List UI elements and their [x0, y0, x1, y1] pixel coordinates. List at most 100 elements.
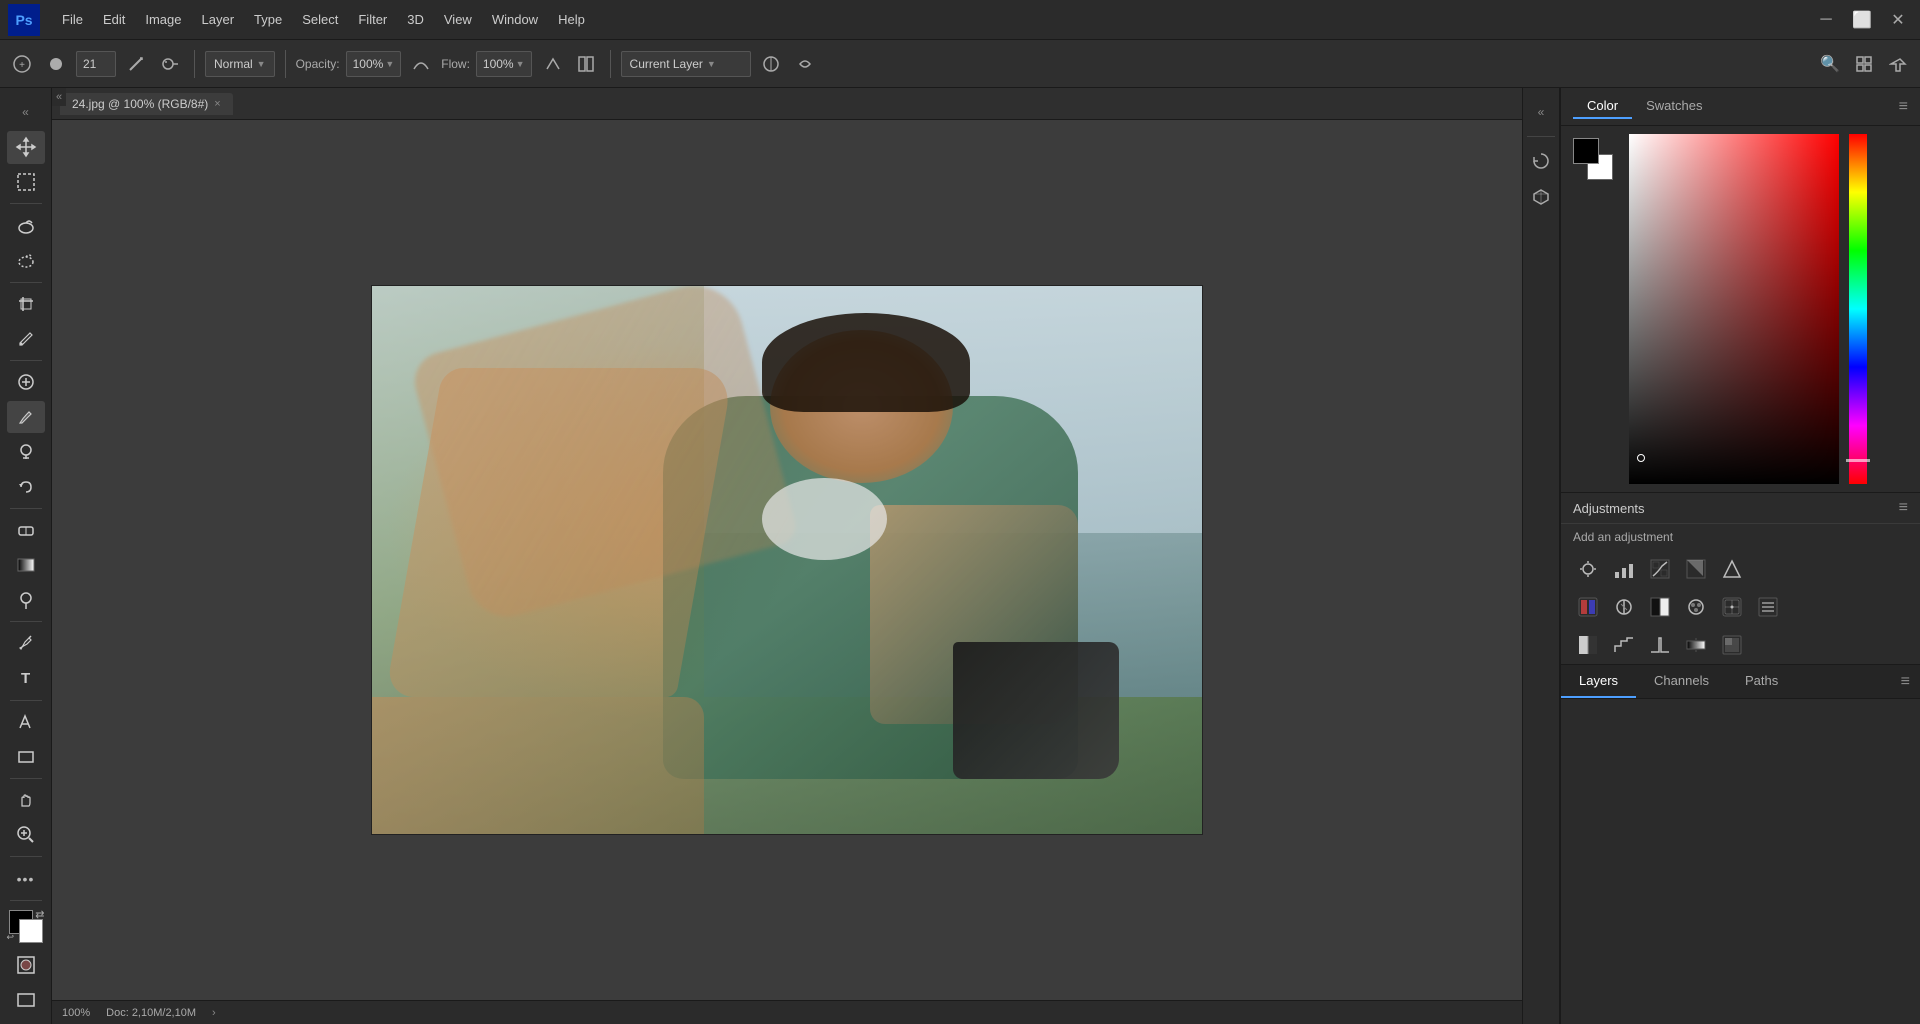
- menu-select[interactable]: Select: [292, 8, 348, 31]
- sample-all-icon[interactable]: [757, 50, 785, 78]
- history-brush-button[interactable]: [7, 470, 45, 503]
- vibrance-adj-button[interactable]: [1717, 554, 1747, 584]
- selectivecolor-adj-button[interactable]: [1717, 630, 1747, 660]
- more-tools-button[interactable]: •••: [7, 862, 45, 895]
- channelmixer-adj-button[interactable]: [1717, 592, 1747, 622]
- maximize-button[interactable]: ⬜: [1848, 6, 1876, 34]
- layers-panel-menu[interactable]: ≡: [1891, 667, 1920, 697]
- hand-tool-button[interactable]: [7, 784, 45, 817]
- eraser-tool-button[interactable]: [7, 514, 45, 547]
- 3d-icon[interactable]: [1525, 181, 1557, 213]
- airbrush-icon[interactable]: [156, 50, 184, 78]
- foreground-background-swatch: ⇄ ↩: [7, 910, 45, 943]
- channels-tab[interactable]: Channels: [1636, 665, 1727, 698]
- smoothing-icon[interactable]: [407, 50, 435, 78]
- options-bar: + 21 Normal ▼ Opacity: 100% ▼ Flow: 100%…: [0, 40, 1920, 88]
- close-button[interactable]: ✕: [1884, 6, 1912, 34]
- menu-type[interactable]: Type: [244, 8, 292, 31]
- history-icon[interactable]: [1525, 145, 1557, 177]
- gradientmap-adj-button[interactable]: [1681, 630, 1711, 660]
- pen-tool-button[interactable]: [7, 627, 45, 660]
- flow-input[interactable]: 100% ▼: [476, 51, 532, 77]
- menu-3d[interactable]: 3D: [397, 8, 434, 31]
- more-info-arrow[interactable]: ›: [212, 1007, 216, 1019]
- invert-adj-button[interactable]: [1573, 630, 1603, 660]
- color-picker-area: [1561, 126, 1920, 492]
- menu-window[interactable]: Window: [482, 8, 548, 31]
- path-selection-button[interactable]: [7, 705, 45, 738]
- posterize-adj-button[interactable]: [1609, 630, 1639, 660]
- brush-tool-button[interactable]: [7, 401, 45, 434]
- photofilter-adj-button[interactable]: [1681, 592, 1711, 622]
- symmetry-icon[interactable]: [572, 50, 600, 78]
- menu-file[interactable]: File: [52, 8, 93, 31]
- reset-colors-icon[interactable]: ↩: [7, 932, 15, 943]
- sample-dropdown[interactable]: Current Layer ▼: [621, 51, 751, 77]
- menu-edit[interactable]: Edit: [93, 8, 135, 31]
- swatches-tab[interactable]: Swatches: [1632, 94, 1716, 119]
- adjustments-menu[interactable]: ≡: [1899, 499, 1908, 517]
- huesat-adj-button[interactable]: [1573, 592, 1603, 622]
- color-gradient-picker[interactable]: [1629, 134, 1839, 484]
- menu-image[interactable]: Image: [135, 8, 191, 31]
- swap-colors-icon[interactable]: ⇄: [35, 908, 44, 921]
- canvas-tab[interactable]: 24.jpg @ 100% (RGB/8#) ×: [60, 93, 233, 115]
- layers-tab[interactable]: Layers: [1561, 665, 1636, 698]
- color-hue-bar[interactable]: [1849, 134, 1867, 484]
- zoom-tool-button[interactable]: [7, 819, 45, 852]
- background-color[interactable]: [19, 919, 43, 943]
- eyedropper-tool-button[interactable]: [7, 322, 45, 355]
- photo-arm-bottom: [372, 697, 704, 834]
- tool-preset-icon[interactable]: +: [8, 50, 36, 78]
- canvas-container[interactable]: [52, 120, 1522, 1000]
- exposure-adj-button[interactable]: [1681, 554, 1711, 584]
- airbrush-toggle[interactable]: [538, 50, 566, 78]
- colorbalance-adj-button[interactable]: [1609, 592, 1639, 622]
- search-icon[interactable]: 🔍: [1816, 50, 1844, 78]
- tablet-pressure-icon[interactable]: [791, 50, 819, 78]
- menu-layer[interactable]: Layer: [192, 8, 245, 31]
- type-tool-button[interactable]: T: [7, 662, 45, 695]
- blend-mode-dropdown[interactable]: Normal ▼: [205, 51, 275, 77]
- move-tool-button[interactable]: [7, 131, 45, 164]
- color-panel: Color Swatches ≡: [1561, 88, 1920, 493]
- brush-mode-icon[interactable]: [122, 50, 150, 78]
- tool-separator-7: [10, 778, 42, 779]
- layers-content: [1561, 699, 1920, 1024]
- menu-view[interactable]: View: [434, 8, 482, 31]
- gradient-tool-button[interactable]: [7, 549, 45, 582]
- menu-filter[interactable]: Filter: [348, 8, 397, 31]
- shape-tool-button[interactable]: [7, 740, 45, 773]
- share-icon[interactable]: [1884, 50, 1912, 78]
- arrange-icon[interactable]: [1850, 50, 1878, 78]
- colorlookup-adj-button[interactable]: [1753, 592, 1783, 622]
- brightness-adj-button[interactable]: [1573, 554, 1603, 584]
- doc-info: Doc: 2,10M/2,10M: [106, 1007, 196, 1019]
- levels-adj-button[interactable]: [1609, 554, 1639, 584]
- dodge-tool-button[interactable]: [7, 583, 45, 616]
- threshold-adj-button[interactable]: [1645, 630, 1675, 660]
- screen-mode-button[interactable]: [7, 983, 45, 1016]
- menu-help[interactable]: Help: [548, 8, 595, 31]
- collapse-panels-left[interactable]: «: [52, 88, 66, 106]
- lasso-tool-button[interactable]: [7, 209, 45, 242]
- tab-close-button[interactable]: ×: [214, 98, 220, 110]
- collapse-toolbar-button[interactable]: «: [7, 96, 45, 129]
- clone-stamp-button[interactable]: [7, 435, 45, 468]
- fg-color-swatch[interactable]: [1573, 138, 1599, 164]
- brush-size-input[interactable]: 21: [76, 51, 116, 77]
- curves-adj-button[interactable]: [1645, 554, 1675, 584]
- minimize-button[interactable]: ─: [1812, 6, 1840, 34]
- bw-adj-button[interactable]: [1645, 592, 1675, 622]
- marquee-tool-button[interactable]: [7, 166, 45, 199]
- color-panel-menu[interactable]: ≡: [1899, 98, 1908, 116]
- color-tab[interactable]: Color: [1573, 94, 1632, 119]
- photo-collar: [762, 478, 887, 560]
- crop-tool-button[interactable]: [7, 288, 45, 321]
- collapse-right-panel[interactable]: «: [1525, 96, 1557, 128]
- healing-brush-button[interactable]: [7, 366, 45, 399]
- magnetic-lasso-button[interactable]: [7, 244, 45, 277]
- opacity-input[interactable]: 100% ▼: [346, 51, 402, 77]
- paths-tab[interactable]: Paths: [1727, 665, 1796, 698]
- quick-mask-button[interactable]: [7, 949, 45, 982]
